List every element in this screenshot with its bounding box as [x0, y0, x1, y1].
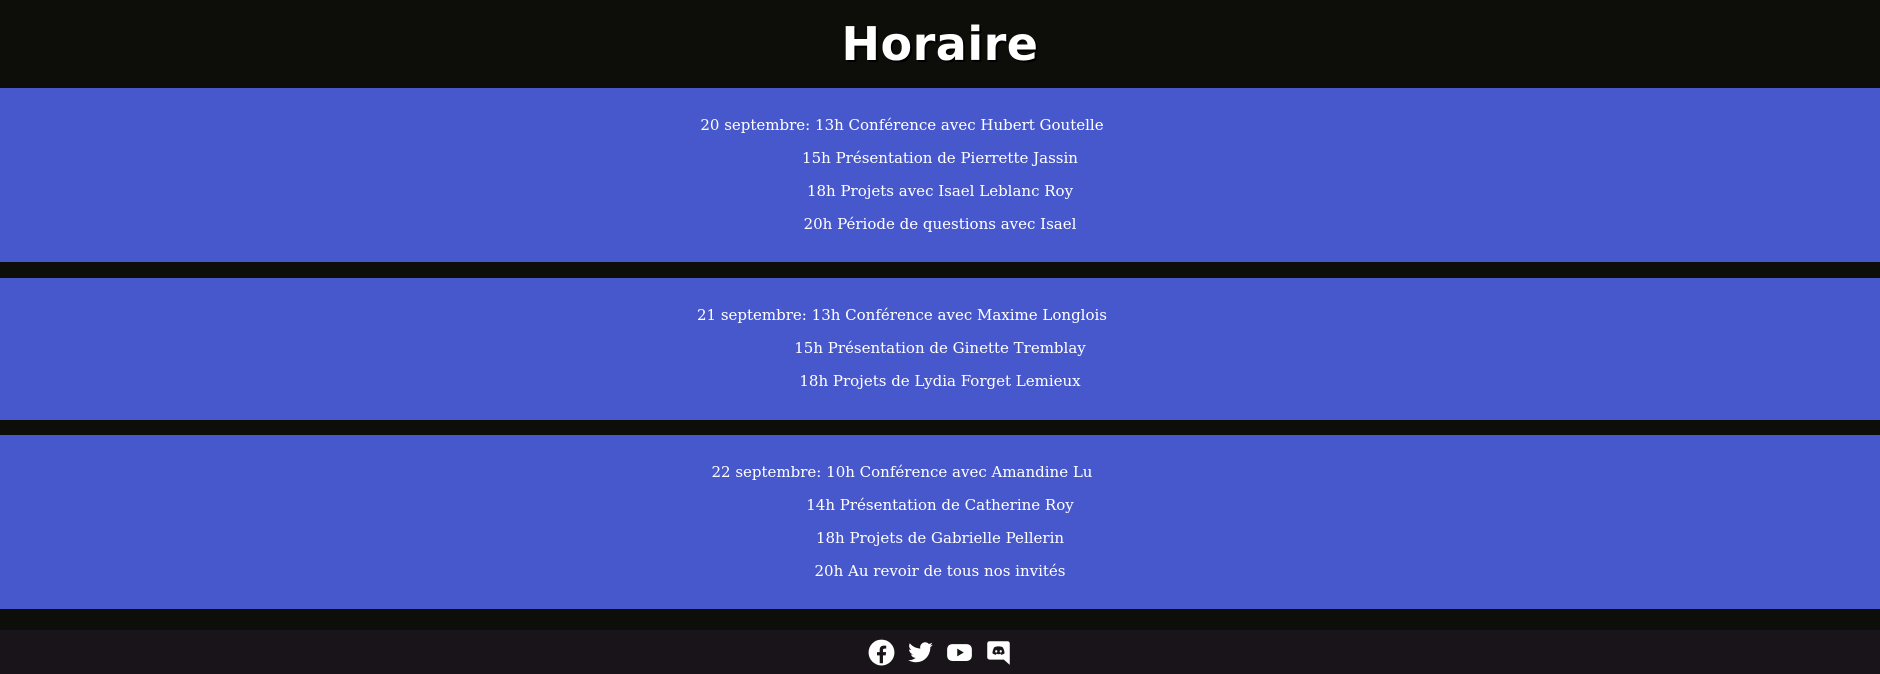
- schedule-entry: 20h Période de questions avec Isael: [803, 215, 1077, 233]
- youtube-link[interactable]: [946, 639, 973, 666]
- schedule-line: 15h Présentation de Pierrette Jassin: [0, 148, 1880, 168]
- schedule-date: 21 septembre:: [697, 306, 807, 324]
- schedule-line: 18h Projets de Gabrielle Pellerin: [0, 528, 1880, 548]
- twitter-icon: [908, 641, 933, 662]
- schedule-entry: 15h Présentation de Ginette Tremblay: [794, 339, 1086, 357]
- schedule-entry: 13h Conférence avec Hubert Goutelle: [815, 116, 1104, 134]
- schedule-line: 20h Période de questions avec Isael: [0, 214, 1880, 234]
- facebook-icon: [868, 639, 895, 665]
- youtube-icon: [947, 643, 972, 661]
- page-footer: [0, 630, 1880, 674]
- schedule-entry: 14h Présentation de Catherine Roy: [806, 496, 1074, 514]
- page-header: Horaire: [0, 0, 1880, 88]
- discord-icon: [987, 640, 1010, 665]
- schedule-day-2: 21 septembre: 13h Conférence avec Maxime…: [0, 278, 1880, 420]
- schedule-line: 21 septembre: 13h Conférence avec Maxime…: [0, 305, 1842, 325]
- facebook-link[interactable]: [868, 639, 895, 666]
- schedule-line: 18h Projets de Lydia Forget Lemieux: [0, 371, 1880, 391]
- schedule-entry: 15h Présentation de Pierrette Jassin: [802, 149, 1078, 167]
- schedule-line: 14h Présentation de Catherine Roy: [0, 495, 1880, 515]
- schedule-entry: 13h Conférence avec Maxime Longlois: [811, 306, 1107, 324]
- schedule-day-1: 20 septembre: 13h Conférence avec Hubert…: [0, 88, 1880, 262]
- schedule-line: 22 septembre: 10h Conférence avec Amandi…: [0, 462, 1842, 482]
- schedule-line: 20h Au revoir de tous nos invités: [0, 561, 1880, 581]
- schedule-entry: 10h Conférence avec Amandine Lu: [826, 463, 1093, 481]
- discord-link[interactable]: [985, 639, 1012, 666]
- schedule-date: 20 septembre:: [700, 116, 811, 134]
- schedule-line: 18h Projets avec Isael Leblanc Roy: [0, 181, 1880, 201]
- page: Horaire 20 septembre: 13h Conférence ave…: [0, 0, 1880, 674]
- schedule-line: 15h Présentation de Ginette Tremblay: [0, 338, 1880, 358]
- schedule-entry: 18h Projets avec Isael Leblanc Roy: [806, 182, 1074, 200]
- schedule-day-3: 22 septembre: 10h Conférence avec Amandi…: [0, 435, 1880, 609]
- twitter-link[interactable]: [907, 639, 934, 666]
- schedule-entry: 18h Projets de Lydia Forget Lemieux: [799, 372, 1081, 390]
- schedule-entry: 20h Au revoir de tous nos invités: [814, 562, 1066, 580]
- schedule-entry: 18h Projets de Gabrielle Pellerin: [815, 529, 1065, 547]
- page-title: Horaire: [841, 17, 1039, 71]
- schedule-date: 22 septembre:: [711, 463, 822, 481]
- schedule-line: 20 septembre: 13h Conférence avec Hubert…: [0, 115, 1842, 135]
